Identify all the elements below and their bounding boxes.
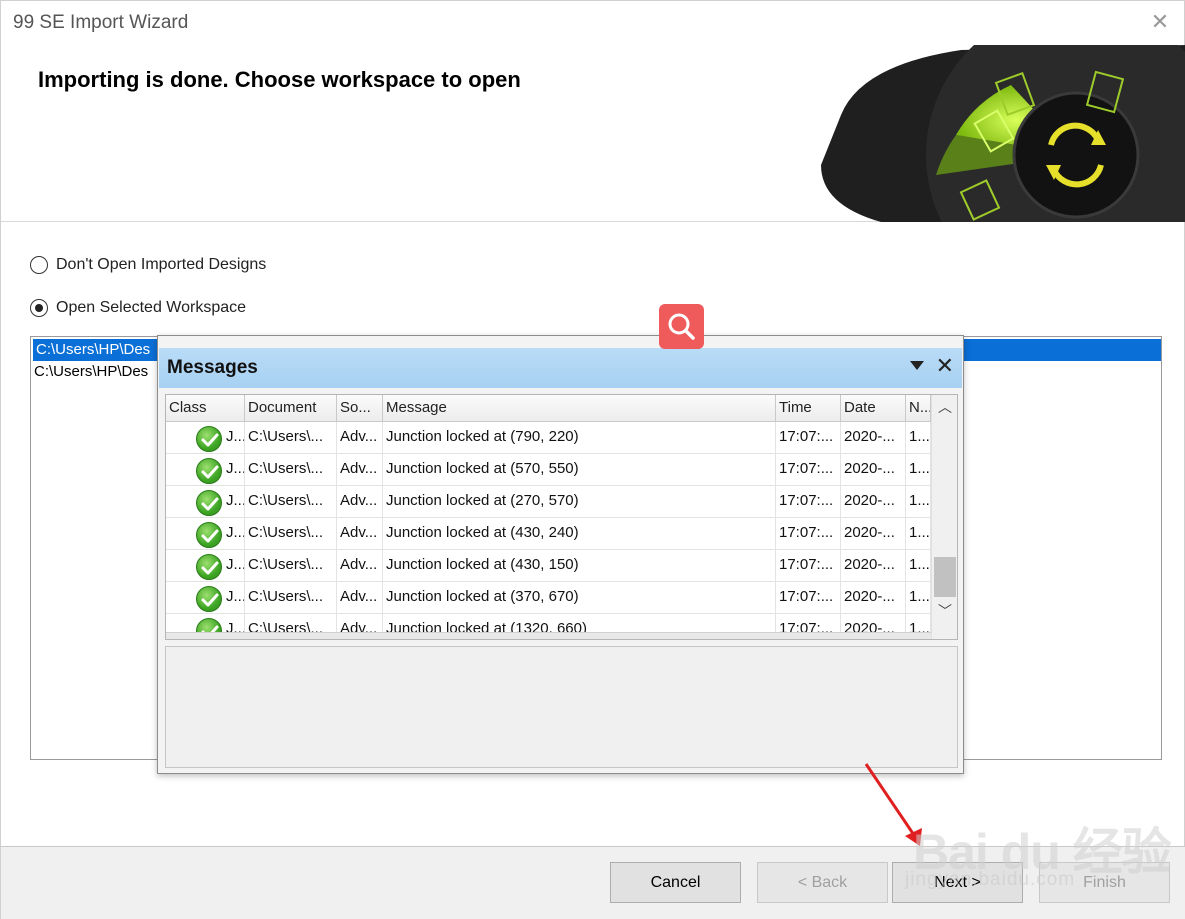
checkmark-icon	[196, 522, 222, 548]
table-row[interactable]: J... C:\Users\... Adv... Junction locked at…	[166, 486, 931, 518]
cell-message: Junction locked at (270, 570)	[383, 486, 776, 518]
cell-document: C:\Users\...	[245, 422, 337, 454]
table-row[interactable]: J... C:\Users\... Adv... Junction locked at…	[166, 454, 931, 486]
message-detail-pane	[165, 646, 958, 768]
cell-time: 17:07:...	[776, 550, 841, 582]
page-title: Importing is done. Choose workspace to o…	[38, 67, 521, 92]
messages-title: Messages	[167, 357, 258, 378]
messages-panel: Messages ✕ Class Document So... Message …	[157, 335, 964, 774]
scroll-thumb[interactable]	[934, 557, 956, 597]
table-row[interactable]: J... C:\Users\... Adv... Junction locked at…	[166, 550, 931, 582]
option-dont-open[interactable]: Don't Open Imported Designs	[30, 256, 266, 274]
cell-time: 17:07:...	[776, 486, 841, 518]
cell-time: 17:07:...	[776, 422, 841, 454]
cell-message: Junction locked at (790, 220)	[383, 422, 776, 454]
option-open-selected[interactable]: Open Selected Workspace	[30, 299, 246, 317]
checkmark-icon	[196, 458, 222, 484]
cell-message: Junction locked at (430, 150)	[383, 550, 776, 582]
table-row[interactable]: J... C:\Users\... Adv... Junction locked at…	[166, 582, 931, 614]
cell-date: 2020-...	[841, 582, 906, 614]
cell-number: 1...	[906, 582, 931, 614]
cell-document: C:\Users\...	[245, 486, 337, 518]
cell-source: Adv...	[337, 550, 383, 582]
cell-time: 17:07:...	[776, 582, 841, 614]
cell-number: 1...	[906, 422, 931, 454]
grid-header: Class Document So... Message Time Date N…	[166, 395, 931, 422]
checkmark-icon	[196, 490, 222, 516]
column-class[interactable]: Class	[166, 395, 245, 421]
checkmark-icon	[196, 554, 222, 580]
cell-document: C:\Users\...	[245, 518, 337, 550]
option-open-selected-label: Open Selected Workspace	[56, 299, 247, 316]
cell-time: 17:07:...	[776, 518, 841, 550]
cell-source: Adv...	[337, 422, 383, 454]
cell-message: Junction locked at (430, 240)	[383, 518, 776, 550]
cell-number: 1...	[906, 486, 931, 518]
cell-message: Junction locked at (370, 670)	[383, 582, 776, 614]
cell-number: 1...	[906, 550, 931, 582]
column-date[interactable]: Date	[841, 395, 906, 421]
wizard-header: Importing is done. Choose workspace to o…	[1, 45, 1185, 222]
vertical-scrollbar[interactable]: ︿ ﹀	[931, 395, 957, 639]
cell-document: C:\Users\...	[245, 550, 337, 582]
messages-grid[interactable]: Class Document So... Message Time Date N…	[165, 394, 958, 640]
cell-date: 2020-...	[841, 422, 906, 454]
back-button[interactable]: < Back	[757, 862, 888, 903]
close-icon[interactable]: ✕	[1146, 9, 1174, 37]
column-source[interactable]: So...	[337, 395, 383, 421]
cell-source: Adv...	[337, 582, 383, 614]
cell-message: Junction locked at (570, 550)	[383, 454, 776, 486]
messages-header: Messages ✕	[159, 348, 962, 388]
search-icon[interactable]	[659, 304, 704, 349]
cell-document: C:\Users\...	[245, 582, 337, 614]
watermark-site: jingyan.baidu.com	[905, 869, 1076, 890]
banner-image	[821, 45, 1185, 222]
column-no[interactable]: N...	[906, 395, 931, 421]
cell-date: 2020-...	[841, 454, 906, 486]
title-bar: 99 SE Import Wizard ✕	[1, 1, 1185, 45]
option-dont-open-label: Don't Open Imported Designs	[56, 256, 267, 273]
table-row[interactable]: J... C:\Users\... Adv... Junction locked at…	[166, 422, 931, 454]
cell-date: 2020-...	[841, 486, 906, 518]
cell-date: 2020-...	[841, 518, 906, 550]
cell-source: Adv...	[337, 454, 383, 486]
watermark: Bai du 经验 jingyan.baidu.com	[905, 790, 1175, 900]
cell-document: C:\Users\...	[245, 454, 337, 486]
radio-open-selected[interactable]	[30, 299, 48, 317]
close-icon[interactable]: ✕	[936, 354, 954, 380]
column-message[interactable]: Message	[383, 395, 776, 421]
scroll-up-icon[interactable]: ︿	[932, 395, 957, 421]
scroll-down-icon[interactable]: ﹀	[932, 599, 957, 625]
table-row[interactable]: J... C:\Users\... Adv... Junction locked at…	[166, 518, 931, 550]
cell-time: 17:07:...	[776, 454, 841, 486]
window-title: 99 SE Import Wizard	[13, 12, 189, 33]
column-time[interactable]: Time	[776, 395, 841, 421]
cell-date: 2020-...	[841, 550, 906, 582]
cancel-button[interactable]: Cancel	[610, 862, 741, 903]
radio-dont-open[interactable]	[30, 256, 48, 274]
column-document[interactable]: Document	[245, 395, 337, 421]
dropdown-arrow-icon[interactable]	[910, 361, 924, 370]
cell-source: Adv...	[337, 486, 383, 518]
cell-number: 1...	[906, 518, 931, 550]
checkmark-icon	[196, 426, 222, 452]
cell-source: Adv...	[337, 518, 383, 550]
checkmark-icon	[196, 586, 222, 612]
horizontal-scrollbar[interactable]	[166, 632, 931, 639]
cell-number: 1...	[906, 454, 931, 486]
